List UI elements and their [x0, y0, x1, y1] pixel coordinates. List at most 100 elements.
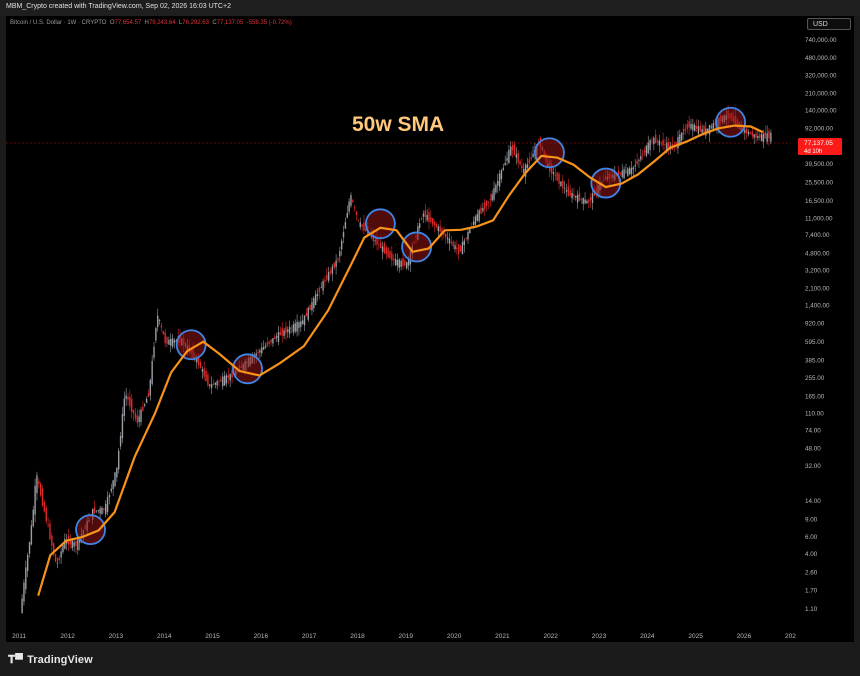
candle-body: [480, 207, 482, 214]
candle-body: [227, 375, 230, 378]
candle-body: [374, 240, 376, 242]
candle-body: [452, 241, 454, 246]
candle-body: [147, 393, 150, 397]
candle-body: [281, 328, 283, 336]
candle-body: [157, 315, 159, 328]
candle-body: [329, 270, 332, 273]
candle-body: [504, 162, 506, 166]
x-tick-label: 2024: [640, 633, 655, 640]
candle-body: [342, 232, 345, 238]
candle-body: [510, 146, 512, 156]
candle-body: [459, 245, 462, 252]
candle-body: [316, 293, 319, 297]
y-tick-label: 385.00: [805, 357, 825, 364]
candle-body: [132, 409, 135, 414]
candle-body: [171, 338, 174, 347]
candle-body: [108, 495, 111, 498]
ohlc-low: 76,292.63: [182, 20, 209, 26]
candle-body: [554, 174, 557, 176]
y-tick-label: 2,100.00: [805, 286, 830, 293]
candle-body: [675, 142, 677, 144]
candle-body: [205, 370, 207, 382]
candle-body: [446, 237, 449, 240]
candle-body: [121, 413, 124, 439]
candle-body: [591, 193, 594, 203]
candle-body: [621, 170, 623, 177]
candle-body: [420, 217, 423, 220]
candle-body: [766, 133, 768, 142]
candle-body: [361, 224, 363, 227]
candle-body: [129, 396, 131, 407]
y-tick-label: 140,000.00: [805, 107, 837, 114]
x-tick-label: 2021: [495, 633, 510, 640]
candle-body: [28, 542, 31, 554]
candle-body: [127, 396, 129, 400]
candle-body: [491, 194, 493, 201]
candle-body: [523, 169, 525, 173]
candle-body: [628, 168, 631, 175]
candle-body: [51, 535, 53, 546]
candle-body: [199, 362, 202, 369]
candle-body: [580, 198, 583, 200]
x-tick-label: 2020: [447, 633, 462, 640]
candle-body: [667, 141, 670, 149]
brand-name: TradingView: [27, 654, 93, 666]
candle-body: [38, 481, 40, 485]
candle-body: [56, 562, 59, 564]
candle-body: [49, 523, 51, 539]
candle-body: [398, 259, 400, 268]
candle-body: [586, 200, 588, 204]
candle-body: [149, 379, 152, 396]
candle-body: [589, 197, 592, 201]
candle-body: [625, 171, 627, 173]
candle-body: [300, 321, 302, 327]
candle-body: [576, 194, 579, 203]
candle-body: [445, 234, 447, 238]
candle-body: [222, 376, 224, 387]
candle-body: [454, 245, 456, 250]
price-chart[interactable]: 740,000.00 480,000.00 320,000.00 210,000.00…: [6, 16, 854, 642]
y-tick-label: 25,500.00: [805, 180, 834, 187]
candle-body: [498, 173, 501, 187]
candle-body: [275, 336, 278, 338]
top-bar: MBM_Crypto created with TradingView.com,…: [0, 0, 860, 16]
candle-body: [357, 219, 360, 221]
candle-body: [350, 195, 352, 206]
candle-body: [515, 154, 518, 158]
x-tick-label: 2016: [254, 633, 269, 640]
candle-body: [212, 383, 215, 385]
candle-body: [485, 201, 488, 206]
candle-body: [558, 173, 560, 184]
candle-body: [768, 130, 770, 139]
candle-body: [355, 211, 358, 216]
candle-body: [755, 133, 757, 138]
candle-body: [153, 346, 155, 358]
candle-body: [530, 157, 532, 160]
candle-body: [513, 144, 516, 156]
candle-body: [268, 341, 270, 344]
candle-body: [220, 379, 222, 382]
candle-body: [400, 260, 402, 267]
x-tick-label: 2018: [350, 633, 365, 640]
candle-body: [406, 262, 408, 269]
currency-button[interactable]: USD: [807, 18, 851, 30]
candle-body: [461, 241, 464, 255]
candle-body: [168, 339, 170, 345]
candle-body: [643, 150, 646, 153]
candle-body: [638, 159, 640, 161]
y-tick-label: 11,000.00: [805, 215, 833, 222]
candle-body: [274, 336, 276, 340]
candle-body: [664, 144, 666, 145]
candle-body: [389, 251, 391, 259]
candle-body: [266, 342, 269, 346]
candle-body: [569, 190, 571, 196]
candle-body: [428, 212, 430, 222]
y-tick-label: 920.00: [805, 321, 825, 328]
candle-body: [197, 357, 200, 366]
y-tick-label: 1.10: [805, 606, 818, 613]
candle-body: [571, 192, 573, 199]
candle-body: [262, 347, 265, 350]
candle-body: [465, 237, 467, 239]
candle-body: [484, 202, 486, 209]
y-tick-label: 74.00: [805, 427, 821, 434]
